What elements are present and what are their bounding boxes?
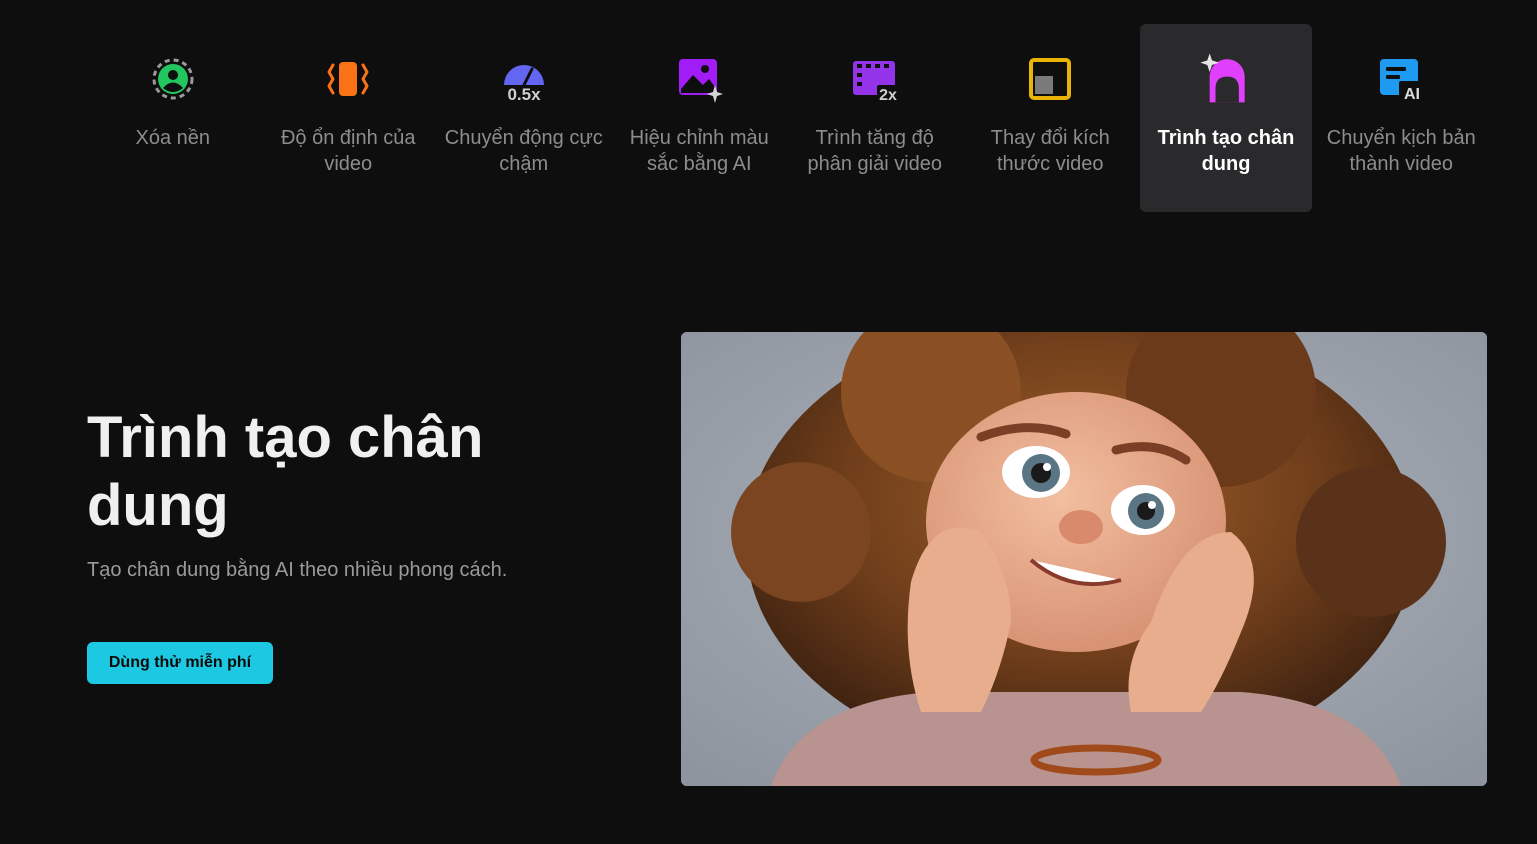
video-stabilization-icon <box>327 62 369 96</box>
remove-background-icon <box>152 58 194 100</box>
tab-label: Chuyển động cực chậm <box>444 127 603 175</box>
slow-motion-badge: 0.5x <box>507 85 541 103</box>
cartoon-portrait-illustration <box>681 332 1487 786</box>
script-to-video-icon: AI <box>1380 59 1426 103</box>
tab-video-stabilization[interactable]: Độ ổn định của video <box>261 24 437 212</box>
tab-video-upscaler[interactable]: 2x Trình tăng độ phân giải video <box>787 24 963 212</box>
video-upscaler-icon: 2x <box>852 61 899 103</box>
tab-video-resize[interactable]: Thay đổi kích thước video <box>963 24 1139 212</box>
tab-label: Độ ổn định của video <box>280 127 416 175</box>
tab-label: Trình tăng độ phân giải video <box>807 127 943 175</box>
tab-label: Chuyển kịch bản thành video <box>1326 127 1476 175</box>
tab-label: Xóa nền <box>135 127 210 149</box>
ai-color-correction-icon <box>679 59 724 103</box>
tab-ai-color-correction[interactable]: Hiệu chỉnh màu sắc bằng AI <box>612 24 788 212</box>
try-free-button[interactable]: Dùng thử miễn phí <box>87 642 273 684</box>
feature-tabs: Xóa nền Độ ổn định của video 0.5x Chuyển… <box>85 24 1489 212</box>
script-badge: AI <box>1404 86 1420 103</box>
upscaler-badge: 2x <box>879 87 897 103</box>
tab-label: Trình tạo chân dung <box>1157 127 1295 175</box>
page-title: Trình tạo chân dung <box>87 405 484 538</box>
tab-portrait-generator[interactable]: Trình tạo chân dung <box>1140 24 1312 212</box>
hero-description: Tạo chân dung bằng AI theo nhiều phong c… <box>87 559 508 581</box>
tab-script-to-video[interactable]: AI Chuyển kịch bản thành video <box>1314 24 1490 212</box>
portrait-generator-icon <box>1200 53 1245 103</box>
portrait-preview-image <box>681 332 1487 786</box>
video-resize-icon <box>1029 58 1072 100</box>
tab-label: Hiệu chỉnh màu sắc bằng AI <box>629 127 769 175</box>
tab-remove-background[interactable]: Xóa nền <box>85 24 261 212</box>
slow-motion-icon: 0.5x <box>503 65 544 103</box>
tab-slow-motion[interactable]: 0.5x Chuyển động cực chậm <box>436 24 612 212</box>
tab-label: Thay đổi kích thước video <box>990 127 1110 175</box>
